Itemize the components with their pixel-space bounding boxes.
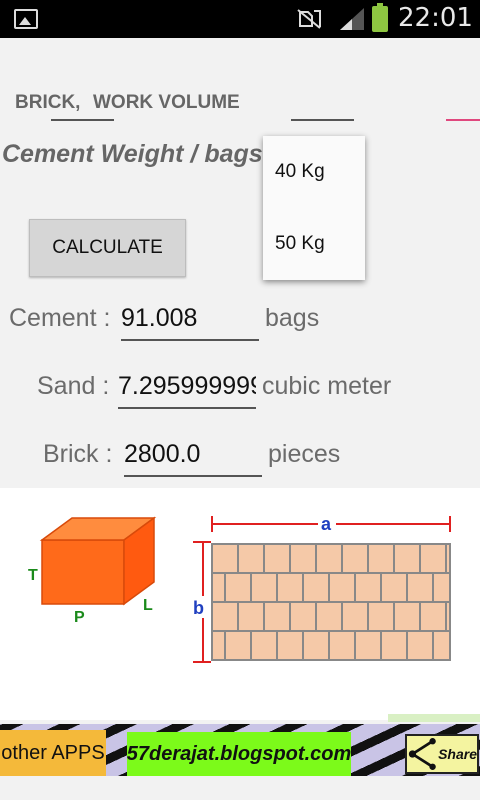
wall-brick	[211, 543, 239, 574]
cement-weight-dropdown: 40 Kg 50 Kg	[263, 136, 365, 280]
wall-brick	[341, 601, 369, 632]
wall-brick	[419, 601, 447, 632]
brick-result-label: Brick :	[43, 440, 113, 468]
wall-brick	[250, 630, 278, 661]
ad-top-strip	[388, 714, 480, 722]
cement-result-unit: bags	[265, 304, 320, 332]
sand-result-unit: cubic meter	[262, 372, 392, 400]
box-label-t: T	[28, 567, 38, 584]
battery-icon	[372, 3, 388, 32]
wall-brick	[445, 543, 451, 574]
signal-icon	[340, 8, 364, 30]
illustration-graphic: T P L a b	[28, 514, 451, 663]
wall-brick	[328, 572, 356, 603]
box-label-p: P	[74, 609, 85, 626]
cement-result-label: Cement :	[9, 304, 111, 332]
cement-weight-label: Cement Weight / bags :	[2, 140, 278, 168]
share-icon	[408, 738, 436, 770]
brick-result-underline	[124, 475, 262, 477]
status-bar: 22:01	[0, 0, 480, 38]
wall-brick	[237, 601, 265, 632]
cement-result-value[interactable]: 91.008	[121, 304, 259, 333]
wall-brick	[367, 543, 395, 574]
sand-result-value[interactable]: 7.295999999	[118, 372, 256, 401]
wall-brick	[354, 630, 382, 661]
picture-icon	[14, 9, 38, 29]
sand-result-label: Sand :	[37, 372, 110, 400]
wall-brick	[302, 630, 330, 661]
wall-brick	[419, 543, 447, 574]
wall-brick	[393, 543, 421, 574]
wall-brick	[302, 572, 330, 603]
brick-box-drawing: T P L	[28, 516, 157, 626]
sand-result-underline	[118, 407, 256, 409]
wall-brick	[315, 543, 343, 574]
wall-brick	[263, 543, 291, 574]
wall-brick	[224, 572, 252, 603]
wall-brick	[289, 543, 317, 574]
wall-brick	[237, 543, 265, 574]
brick-label: BRICK,	[15, 92, 81, 113]
wall-brick	[341, 543, 369, 574]
wall-brick	[224, 630, 252, 661]
work-volume-label: WORK VOLUME	[93, 92, 240, 113]
work-volume-input[interactable]	[291, 119, 354, 121]
wall-brick	[276, 630, 304, 661]
clock: 22:01	[398, 3, 473, 33]
wall-brick	[315, 601, 343, 632]
brick-wall-drawing	[211, 543, 451, 661]
focused-input[interactable]	[446, 119, 480, 121]
illustration: T P L a b	[0, 488, 480, 720]
wall-brick	[380, 572, 408, 603]
wall-brick	[393, 601, 421, 632]
option-50kg[interactable]: 50 Kg	[275, 233, 325, 255]
wall-brick	[289, 601, 317, 632]
wall-brick	[432, 630, 451, 661]
wall-label-a: a	[321, 514, 332, 534]
wall-brick	[445, 601, 451, 632]
cement-result-underline	[121, 339, 259, 341]
calculate-button[interactable]: CALCULATE	[29, 219, 186, 277]
wall-brick	[211, 630, 226, 661]
other-apps-button[interactable]: other APPS	[0, 730, 106, 776]
wall-label-b: b	[193, 598, 204, 618]
share-label: Share	[438, 746, 477, 762]
box-label-l: L	[143, 597, 153, 614]
wall-brick	[276, 572, 304, 603]
wall-brick	[380, 630, 408, 661]
wall-brick	[432, 572, 451, 603]
brick-result-value[interactable]: 2800.0	[124, 440, 262, 469]
brick-input[interactable]	[51, 119, 114, 121]
option-40kg[interactable]: 40 Kg	[275, 161, 325, 183]
wall-brick	[250, 572, 278, 603]
wall-brick	[211, 601, 239, 632]
blog-link[interactable]: 57derajat.blogspot.com	[127, 732, 351, 776]
wall-brick	[211, 572, 226, 603]
mute-icon	[297, 9, 321, 29]
share-button[interactable]: Share	[405, 734, 479, 774]
wall-brick	[406, 572, 434, 603]
wall-brick	[328, 630, 356, 661]
brick-result-unit: pieces	[268, 440, 341, 468]
wall-brick	[354, 572, 382, 603]
wall-brick	[367, 601, 395, 632]
wall-brick	[263, 601, 291, 632]
wall-brick	[406, 630, 434, 661]
